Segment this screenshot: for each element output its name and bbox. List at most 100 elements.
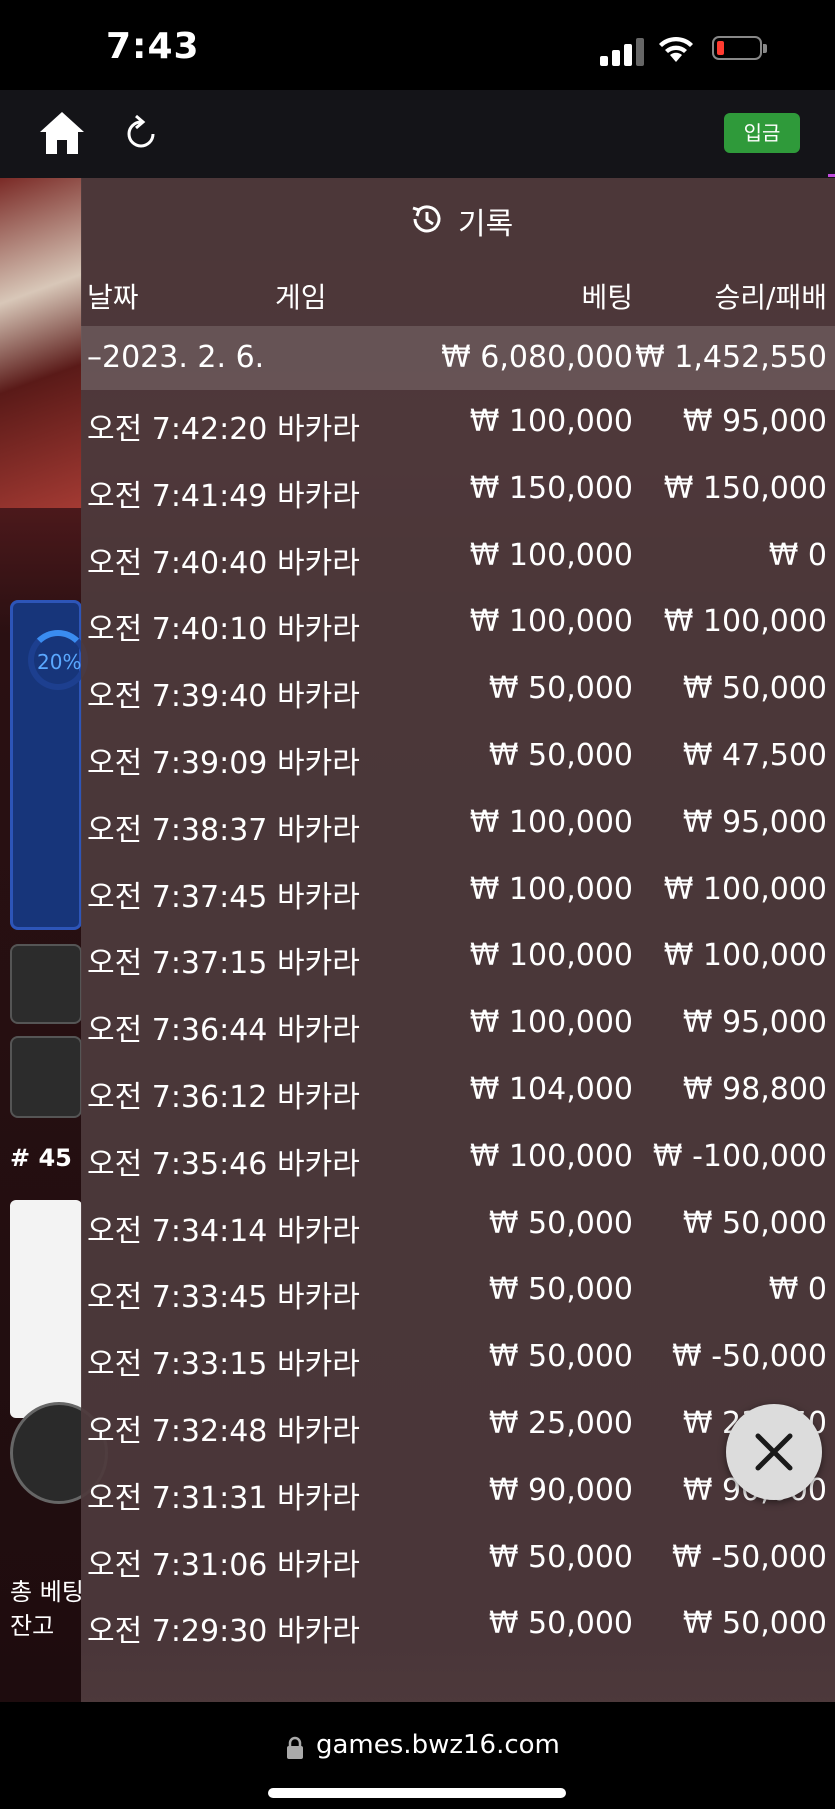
summary-date: –2023. 2. 6. <box>87 340 265 375</box>
row-game: 바카라 <box>277 412 360 447</box>
row-game: 바카라 <box>277 1080 360 1115</box>
history-row[interactable]: 오전 7:41:49 바카라 ₩ 150,000 ₩ 150,000 <box>81 457 835 523</box>
row-time: 오전 7:40:40 <box>87 545 268 581</box>
history-row[interactable]: 오전 7:36:44 바카라 ₩ 100,000 ₩ 95,000 <box>81 991 835 1057</box>
history-row[interactable]: 오전 7:32:48바카라₩ 25,000₩ 23,750 <box>81 1392 835 1458</box>
round-number: # 45 <box>10 1144 72 1172</box>
cellular-signal-icon <box>600 36 646 66</box>
row-time: 오전 7:35:46 <box>87 1146 268 1182</box>
history-panel: 기록 날짜 게임 베팅 승리/패배 –2023. 2. 6. ₩ 6,080,0… <box>81 178 835 1702</box>
browser-url-bar[interactable]: games.bwz16.com <box>0 1702 835 1809</box>
row-bet: ₩ 50,000 <box>488 1272 633 1308</box>
history-icon <box>412 205 441 233</box>
history-row[interactable]: 오전 7:40:10 바카라 ₩ 100,000 ₩ 100,000 <box>81 590 835 656</box>
row-time: 오전 7:36:12 <box>87 1080 268 1115</box>
row-time: 오전 7:31:06 <box>87 1547 268 1583</box>
home-indicator[interactable] <box>268 1788 566 1798</box>
row-game: 바카라 <box>277 545 360 581</box>
history-row[interactable]: 오전 7:35:46 바카라 ₩ 100,000 ₩ -100,000 <box>81 1125 835 1191</box>
row-game: 바카라 <box>277 746 360 781</box>
history-row[interactable]: 오전 7:33:15 바카라 ₩ 50,000 ₩ -50,000 <box>81 1325 835 1391</box>
row-bet: ₩ 100,000 <box>469 1138 633 1174</box>
row-time: 오전 7:37:15 <box>87 946 268 982</box>
close-button[interactable] <box>726 1404 822 1500</box>
history-row[interactable]: 오전 7:37:45 바카라 ₩ 100,000 ₩ 100,000 <box>81 858 835 924</box>
status-time: 7:43 <box>106 26 200 67</box>
row-bet: ₩ 25,000 <box>488 1406 633 1441</box>
option-button[interactable] <box>10 1036 82 1118</box>
history-row[interactable]: 오전 7:40:40 바카라 ₩ 100,000 ₩ 0 <box>81 524 835 590</box>
close-icon <box>755 1433 793 1471</box>
history-row[interactable]: 오전 7:33:45 바카라 ₩ 50,000 ₩ 0 <box>81 1258 835 1324</box>
column-header-date: 날짜 <box>87 281 139 314</box>
row-bet: ₩ 50,000 <box>488 1205 633 1241</box>
row-bet: ₩ 90,000 <box>488 1472 633 1508</box>
total-bet-label: 총 베팅 <box>10 1578 84 1606</box>
row-time: 오전 7:39:40 <box>87 679 268 715</box>
lock-icon <box>287 1736 303 1759</box>
status-bar: 7:43 <box>0 0 835 90</box>
column-header-game: 게임 <box>275 281 327 314</box>
row-time: 오전 7:39:09 <box>87 746 268 781</box>
date-summary-row[interactable]: –2023. 2. 6. ₩ 6,080,000 ₩ 1,452,550 <box>81 326 835 390</box>
row-win-loss: ₩ 95,000 <box>682 404 827 439</box>
history-row[interactable]: 오전 7:37:15 바카라 ₩ 100,000 ₩ 100,000 <box>81 924 835 990</box>
row-game: 바카라 <box>277 679 360 715</box>
column-header-bet: 베팅 <box>581 281 633 314</box>
player-button[interactable] <box>10 944 82 1024</box>
battery-icon <box>712 36 767 60</box>
row-game: 바카라 <box>277 1146 360 1182</box>
row-win-loss: ₩ 95,000 <box>682 1005 827 1041</box>
summary-win-loss: ₩ 1,452,550 <box>635 340 827 375</box>
row-time: 오전 7:38:37 <box>87 812 268 848</box>
row-win-loss: ₩ -50,000 <box>672 1539 827 1575</box>
history-row[interactable]: 오전 7:31:31바카라₩ 90,000₩ 90,000 <box>81 1459 835 1525</box>
row-time: 오전 7:37:45 <box>87 879 268 915</box>
row-win-loss: ₩ 0 <box>768 1272 827 1308</box>
row-game: 바카라 <box>277 1013 360 1049</box>
row-bet: ₩ 100,000 <box>469 604 633 640</box>
row-game: 바카라 <box>277 1480 360 1516</box>
row-bet: ₩ 104,000 <box>469 1072 633 1107</box>
accent-bar <box>828 174 835 177</box>
row-win-loss: ₩ 100,000 <box>663 604 827 640</box>
wifi-icon <box>659 36 693 62</box>
row-game: 바카라 <box>277 879 360 915</box>
history-row[interactable]: 오전 7:39:09 바카라 ₩ 50,000 ₩ 47,500 <box>81 724 835 790</box>
row-win-loss: ₩ -50,000 <box>672 1339 827 1375</box>
row-time: 오전 7:41:49 <box>87 478 268 514</box>
home-icon[interactable] <box>38 110 86 156</box>
row-game: 바카라 <box>277 1414 360 1449</box>
row-bet: ₩ 150,000 <box>469 470 633 506</box>
row-win-loss: ₩ 47,500 <box>682 738 827 773</box>
game-toolbar: 입금 <box>0 90 835 178</box>
row-time: 오전 7:33:15 <box>87 1347 268 1383</box>
refresh-icon[interactable] <box>124 114 158 152</box>
history-row[interactable]: 오전 7:34:14 바카라 ₩ 50,000 ₩ 50,000 <box>81 1192 835 1258</box>
dealer-video <box>0 178 82 508</box>
row-game: 바카라 <box>277 478 360 514</box>
history-row[interactable]: 오전 7:31:06 바카라 ₩ 50,000 ₩ -50,000 <box>81 1526 835 1592</box>
row-win-loss: ₩ 100,000 <box>663 938 827 974</box>
balance-label: 잔고 <box>10 1612 55 1640</box>
row-bet: ₩ 50,000 <box>488 1539 633 1575</box>
row-bet: ₩ 50,000 <box>488 1339 633 1375</box>
history-row[interactable]: 오전 7:38:37 바카라 ₩ 100,000 ₩ 95,000 <box>81 791 835 857</box>
row-bet: ₩ 100,000 <box>469 804 633 840</box>
deposit-button[interactable]: 입금 <box>724 113 800 153</box>
history-row[interactable]: 오전 7:42:20 바카라 ₩ 100,000 ₩ 95,000 <box>81 390 835 456</box>
history-row[interactable]: 오전 7:39:40 바카라 ₩ 50,000 ₩ 50,000 <box>81 657 835 723</box>
row-time: 오전 7:36:44 <box>87 1013 268 1049</box>
row-win-loss: ₩ 150,000 <box>663 470 827 506</box>
row-win-loss: ₩ -100,000 <box>652 1138 827 1174</box>
history-row[interactable]: 오전 7:36:12 바카라 ₩ 104,000 ₩ 98,800 <box>81 1058 835 1124</box>
row-win-loss: ₩ 95,000 <box>682 804 827 840</box>
row-win-loss: ₩ 50,000 <box>682 1205 827 1241</box>
row-game: 바카라 <box>277 1347 360 1383</box>
row-win-loss: ₩ 50,000 <box>682 1606 827 1642</box>
summary-bet: ₩ 6,080,000 <box>441 340 633 375</box>
row-bet: ₩ 100,000 <box>469 404 633 439</box>
row-win-loss: ₩ 100,000 <box>663 871 827 907</box>
row-game: 바카라 <box>277 1547 360 1583</box>
bead-road <box>10 1200 82 1418</box>
